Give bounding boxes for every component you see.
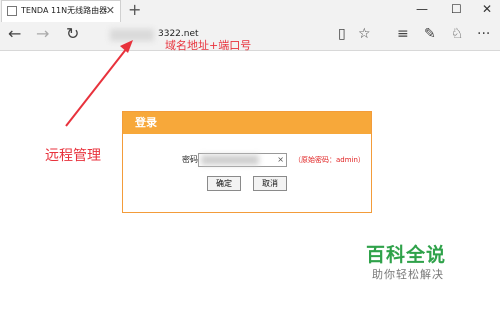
password-blurred-value bbox=[201, 155, 259, 165]
address-blurred-part bbox=[110, 29, 154, 41]
clear-icon[interactable]: × bbox=[277, 154, 284, 166]
close-window-icon[interactable]: ✕ bbox=[482, 1, 492, 17]
dialog-title: 登录 bbox=[135, 116, 157, 129]
tab-close-icon[interactable]: ✕ bbox=[106, 4, 115, 18]
minimize-icon[interactable]: — bbox=[416, 1, 428, 17]
password-label: 密码 bbox=[182, 155, 198, 164]
brand-logo: 百科全说 bbox=[366, 244, 447, 266]
confirm-button[interactable]: 确定 bbox=[207, 176, 241, 191]
reading-view-icon[interactable]: ▯ bbox=[338, 25, 346, 43]
more-icon[interactable]: ··· bbox=[477, 25, 490, 43]
forward-icon[interactable]: → bbox=[36, 24, 49, 44]
hub-icon[interactable]: ≡ bbox=[397, 25, 409, 43]
page-icon bbox=[7, 6, 17, 16]
browser-tab[interactable]: TENDA 11N无线路由器 ✕ bbox=[1, 0, 121, 22]
favorite-star-icon[interactable]: ☆ bbox=[358, 25, 371, 43]
cancel-button[interactable]: 取消 bbox=[253, 176, 287, 191]
port-annotation: 域名地址+端口号 bbox=[165, 39, 252, 52]
dialog-header: 登录 bbox=[123, 112, 371, 134]
login-dialog: 登录 密码 × （原始密码：admin） 确定 取消 bbox=[122, 111, 372, 213]
refresh-icon[interactable]: ↻ bbox=[66, 24, 79, 44]
back-icon[interactable]: ← bbox=[8, 24, 21, 44]
brand-subtitle: 助你轻松解决 bbox=[372, 268, 444, 281]
maximize-icon[interactable]: ☐ bbox=[451, 1, 462, 17]
tab-title: TENDA 11N无线路由器 bbox=[21, 6, 107, 15]
password-hint: （原始密码：admin） bbox=[294, 156, 365, 164]
password-field[interactable]: × bbox=[198, 153, 287, 167]
new-tab-button[interactable]: + bbox=[128, 1, 141, 19]
remote-annotation: 远程管理 bbox=[45, 148, 101, 164]
web-note-icon[interactable]: ✎ bbox=[424, 25, 436, 43]
share-icon[interactable]: ♘ bbox=[451, 25, 464, 43]
